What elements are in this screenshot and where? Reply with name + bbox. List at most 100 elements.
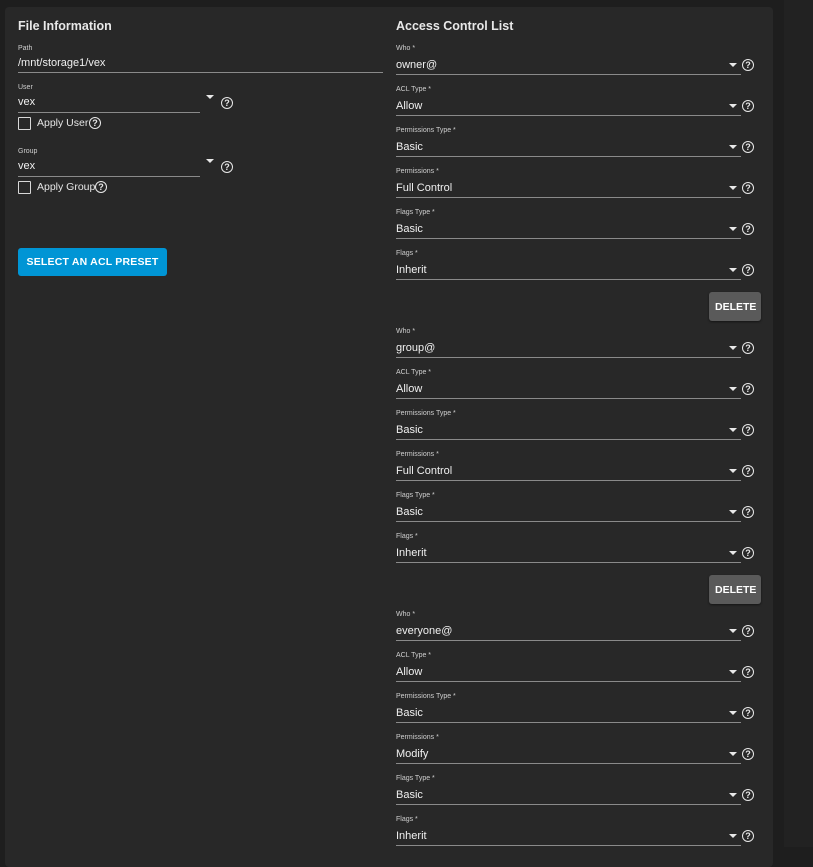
apply-user-checkbox[interactable] (18, 117, 31, 130)
help-icon[interactable] (742, 625, 754, 637)
chevron-down-icon[interactable] (729, 387, 737, 391)
permissions-type-label: Permissions Type * (396, 127, 456, 134)
flags-underline (396, 562, 741, 563)
chevron-down-icon[interactable] (729, 104, 737, 108)
help-icon[interactable] (742, 666, 754, 678)
user-help-icon[interactable] (221, 97, 233, 109)
help-icon[interactable] (742, 748, 754, 760)
acl-2-flags-select[interactable]: Flags * Inherit (396, 533, 741, 563)
who-label: Who * (396, 328, 416, 335)
help-icon[interactable] (742, 506, 754, 518)
user-select[interactable]: User vex (18, 84, 200, 114)
help-icon[interactable] (742, 547, 754, 559)
group-select[interactable]: Group vex (18, 148, 200, 178)
help-icon[interactable] (742, 264, 754, 276)
chevron-down-icon[interactable] (729, 834, 737, 838)
flags-label: Flags * (396, 816, 418, 823)
flags-underline (396, 845, 741, 846)
acl-2-delete-button[interactable]: DELETE (709, 575, 761, 604)
acl-3-flags-select[interactable]: Flags * Inherit (396, 816, 741, 846)
flags-underline (396, 279, 741, 280)
acl-1-flags-select[interactable]: Flags * Inherit (396, 250, 741, 280)
chevron-down-icon[interactable] (729, 793, 737, 797)
flags-type-label: Flags Type * (396, 209, 435, 216)
acl-2-acl-type-select[interactable]: ACL Type * Allow (396, 369, 741, 399)
who-value: everyone@ (396, 625, 453, 637)
path-field[interactable]: Path /mnt/storage1/vex (18, 45, 383, 75)
help-icon[interactable] (742, 465, 754, 477)
acl-1-permissions-type-select[interactable]: Permissions Type * Basic (396, 127, 741, 157)
acl-2-flags-type-select[interactable]: Flags Type * Basic (396, 492, 741, 522)
who-underline (396, 640, 741, 641)
permissions-type-underline (396, 439, 741, 440)
permissions-type-underline (396, 156, 741, 157)
apply-user-help-icon[interactable] (89, 117, 101, 129)
select-acl-preset-button[interactable]: SELECT AN ACL PRESET (18, 248, 167, 276)
chevron-down-icon[interactable] (729, 428, 737, 432)
help-icon[interactable] (742, 59, 754, 71)
help-icon[interactable] (742, 383, 754, 395)
acl-type-label: ACL Type * (396, 652, 432, 659)
apply-group-help-icon[interactable] (95, 181, 107, 193)
chevron-down-icon[interactable] (729, 186, 737, 190)
chevron-down-icon[interactable] (729, 227, 737, 231)
permissions-value: Full Control (396, 182, 453, 194)
permissions-label: Permissions * (396, 168, 439, 175)
chevron-down-icon[interactable] (729, 346, 737, 350)
flags-type-value: Basic (396, 223, 423, 235)
acl-type-value: Allow (396, 383, 423, 395)
chevron-down-icon[interactable] (729, 469, 737, 473)
chevron-down-icon[interactable] (729, 752, 737, 756)
help-icon[interactable] (742, 100, 754, 112)
help-icon[interactable] (742, 141, 754, 153)
who-value: owner@ (396, 59, 438, 71)
acl-3-permissions-select[interactable]: Permissions * Modify (396, 734, 741, 764)
chevron-down-icon[interactable] (729, 63, 737, 67)
permissions-value: Modify (396, 748, 429, 760)
help-icon[interactable] (742, 424, 754, 436)
acl-2-permissions-select[interactable]: Permissions * Full Control (396, 451, 741, 481)
chevron-down-icon[interactable] (729, 510, 737, 514)
apply-group-checkbox[interactable] (18, 181, 31, 194)
acl-3-flags-type-select[interactable]: Flags Type * Basic (396, 775, 741, 805)
chevron-down-icon[interactable] (729, 711, 737, 715)
permissions-underline (396, 763, 741, 764)
group-underline (18, 176, 200, 177)
user-underline (18, 112, 200, 113)
chevron-down-icon[interactable] (729, 551, 737, 555)
path-label: Path (18, 45, 33, 52)
flags-type-value: Basic (396, 789, 423, 801)
acl-type-underline (396, 398, 741, 399)
who-underline (396, 357, 741, 358)
acl-3-acl-type-select[interactable]: ACL Type * Allow (396, 652, 741, 682)
who-value: group@ (396, 342, 436, 354)
access-control-list-title: Access Control List (396, 19, 514, 33)
acl-2-permissions-type-select[interactable]: Permissions Type * Basic (396, 410, 741, 440)
user-chevron-down-icon[interactable] (206, 95, 214, 99)
help-icon[interactable] (742, 223, 754, 235)
acl-3-permissions-type-select[interactable]: Permissions Type * Basic (396, 693, 741, 723)
help-icon[interactable] (742, 707, 754, 719)
acl-1-acl-type-select[interactable]: ACL Type * Allow (396, 86, 741, 116)
acl-1-who-select[interactable]: Who * owner@ (396, 45, 741, 75)
help-icon[interactable] (742, 789, 754, 801)
chevron-down-icon[interactable] (729, 145, 737, 149)
chevron-down-icon[interactable] (729, 268, 737, 272)
help-icon[interactable] (742, 830, 754, 842)
flags-value: Inherit (396, 264, 427, 276)
help-icon[interactable] (742, 182, 754, 194)
acl-1-permissions-select[interactable]: Permissions * Full Control (396, 168, 741, 198)
acl-1-delete-button[interactable]: DELETE (709, 292, 761, 321)
chevron-down-icon[interactable] (729, 670, 737, 674)
help-icon[interactable] (742, 342, 754, 354)
acl-1-flags-type-select[interactable]: Flags Type * Basic (396, 209, 741, 239)
who-underline (396, 74, 741, 75)
acl-3-who-select[interactable]: Who * everyone@ (396, 611, 741, 641)
group-help-icon[interactable] (221, 161, 233, 173)
acl-2-who-select[interactable]: Who * group@ (396, 328, 741, 358)
chevron-down-icon[interactable] (729, 629, 737, 633)
acl-type-value: Allow (396, 666, 423, 678)
user-label: User (18, 84, 33, 91)
group-chevron-down-icon[interactable] (206, 159, 214, 163)
apply-group-label: Apply Group (37, 181, 96, 193)
